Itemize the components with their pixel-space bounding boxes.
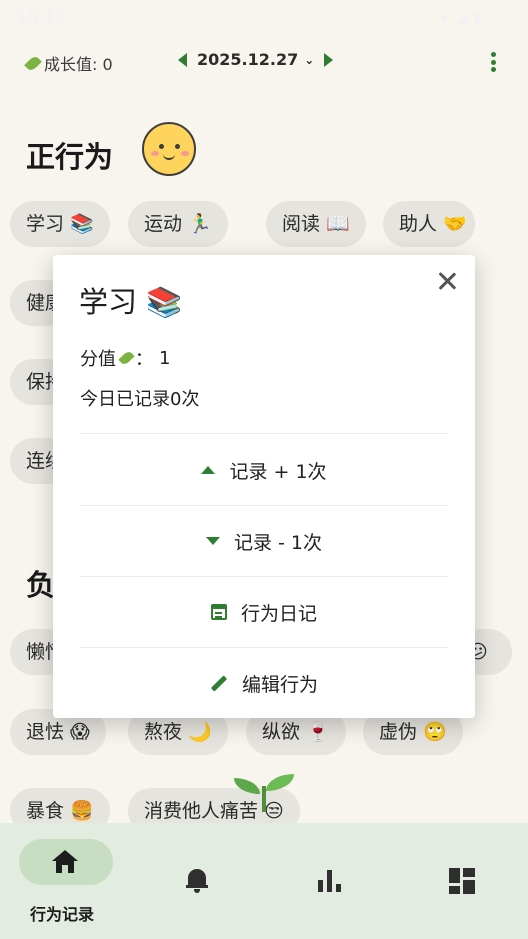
leaf-icon — [118, 349, 135, 367]
arrow-up-icon — [201, 466, 216, 474]
score-label: 分值 — [80, 349, 116, 370]
bell-icon[interactable] — [186, 869, 208, 893]
calendar-icon — [210, 604, 227, 620]
record-decrease-button[interactable]: 记录 - 1次 — [80, 506, 448, 576]
edit-behavior-label: 编辑行为 — [241, 673, 318, 696]
growth-value: 成长值: 0 — [24, 51, 113, 75]
divider — [80, 433, 448, 434]
positive-section-title: 正行为 — [26, 140, 114, 174]
more-vert-icon[interactable] — [491, 52, 496, 75]
current-date[interactable]: 2025.12.27 — [197, 50, 298, 69]
record-increase-button[interactable]: 记录 + 1次 — [80, 435, 448, 505]
edit-pencil-icon — [210, 674, 228, 692]
top-bar: 成长值: 0 2025.12.27 ⌄ — [0, 42, 528, 78]
chevron-left-icon[interactable] — [178, 52, 187, 67]
close-icon[interactable] — [435, 269, 459, 293]
growth-label: 成长值: 0 — [44, 55, 113, 74]
record-decrease-label: 记录 - 1次 — [233, 531, 323, 554]
nav-label-behavior-record[interactable]: 行为记录 — [30, 901, 94, 925]
behavior-chip-help[interactable]: 助人 🤝 — [383, 201, 475, 247]
score-value: 1 — [159, 347, 171, 369]
status-time: 10:17 — [16, 7, 67, 26]
chevron-right-icon[interactable] — [324, 52, 334, 67]
behavior-chip-reading[interactable]: 阅读 📖 — [266, 201, 366, 247]
date-navigator: 2025.12.27 ⌄ — [178, 50, 334, 69]
smiley-face-icon — [142, 122, 196, 176]
behavior-chip-exercise[interactable]: 运动 🏃‍♂ — [128, 201, 228, 247]
edit-behavior-button[interactable]: 编辑行为 — [80, 648, 448, 718]
status-bar: 10:17 ▾◢▮ — [0, 0, 528, 34]
dashboard-icon[interactable] — [449, 868, 475, 894]
score-separator: ： — [135, 349, 153, 370]
behavior-dialog: 学习 📚 分值 ： 1 今日已记录0次 记录 + 1次 记录 - 1次 行为日记… — [53, 255, 475, 718]
behavior-chip-study[interactable]: 学习 📚 — [10, 201, 110, 247]
bottom-navigation: 行为记录 — [0, 823, 528, 939]
status-icons: ▾◢▮ — [440, 8, 488, 27]
leaf-icon — [24, 54, 42, 72]
home-icon[interactable] — [52, 850, 78, 874]
negative-section-title: 负 — [26, 568, 56, 602]
sprout-icon — [232, 772, 298, 812]
dialog-title: 学习 📚 — [79, 285, 183, 319]
behavior-diary-button[interactable]: 行为日记 — [80, 577, 448, 647]
bar-chart-icon[interactable] — [318, 870, 342, 892]
score-row: 分值 ： 1 — [80, 345, 170, 371]
arrow-down-icon — [205, 537, 220, 545]
behavior-diary-label: 行为日记 — [240, 602, 317, 625]
record-increase-label: 记录 + 1次 — [229, 460, 327, 483]
chevron-down-icon[interactable]: ⌄ — [304, 53, 314, 67]
today-count: 今日已记录0次 — [80, 389, 200, 410]
